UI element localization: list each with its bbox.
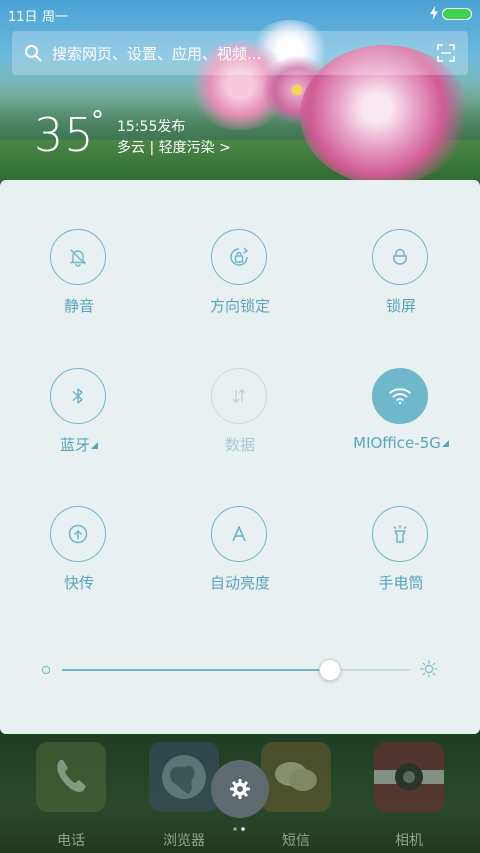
dock-app-label: 电话 [57, 833, 85, 849]
bluetooth-icon [72, 388, 83, 404]
weather-degree-symbol: ° [91, 106, 104, 136]
tile-wifi-button[interactable] [372, 368, 428, 424]
tile-wifi-label: MIOffice-5G [321, 434, 480, 452]
browser-icon [149, 742, 219, 812]
camera-icon [374, 742, 444, 812]
search-placeholder: 搜索网页、设置、应用、视频... [52, 45, 262, 63]
tile-mobile-data-label: 数据 [224, 436, 255, 454]
settings-button[interactable] [211, 760, 269, 818]
tile-auto-brightness-button[interactable] [211, 506, 267, 562]
weather-condition[interactable]: 多云 | 轻度污染 > [117, 137, 231, 157]
tile-mute-label: 静音 [63, 297, 94, 315]
auto-brightness-icon [232, 526, 246, 542]
brightness-low-icon [41, 665, 51, 675]
wifi-icon [389, 388, 411, 405]
rotation-lock-icon [230, 247, 249, 266]
dock-app-label: 相机 [395, 833, 423, 849]
status-bar: 11日 周一 [0, 0, 480, 28]
brightness-slider-row [0, 656, 480, 686]
charging-icon [430, 6, 438, 20]
brightness-slider[interactable] [62, 659, 410, 681]
tile-quick-share-button[interactable] [50, 506, 106, 562]
tile-flashlight[interactable]: 手电筒 [331, 506, 471, 616]
quick-settings-panel: 静音 方向锁定 锁屏 蓝牙 数据 MIOffice-5G 快传 自动亮度 手电筒 [0, 180, 480, 734]
dock-app-camera[interactable]: 相机 [364, 742, 454, 852]
wallpaper-header: 11日 周一 搜索网页、设置、应用、视频... 35 ° 15:55发布 多云 … [0, 0, 480, 182]
page-indicator [233, 827, 245, 831]
tile-mute-button[interactable] [50, 229, 106, 285]
tile-flashlight-button[interactable] [372, 506, 428, 562]
weather-temperature[interactable]: 35 [34, 108, 95, 162]
dock-app-phone[interactable]: 电话 [26, 742, 116, 852]
search-icon [25, 45, 42, 62]
share-icon [68, 524, 88, 544]
tile-lock-screen-label: 锁屏 [385, 297, 416, 315]
weather-publish-time: 15:55发布 [117, 119, 186, 135]
tile-auto-brightness-label: 自动亮度 [209, 574, 270, 592]
dock-app-label: 浏览器 [163, 833, 205, 849]
phone-icon [36, 742, 106, 812]
tile-mobile-data-button[interactable] [211, 368, 267, 424]
bell-off-icon [69, 249, 87, 267]
tile-auto-brightness[interactable]: 自动亮度 [170, 506, 310, 616]
tile-bluetooth[interactable]: 蓝牙 [9, 368, 149, 478]
tile-flashlight-label: 手电筒 [378, 574, 424, 592]
tile-bluetooth-button[interactable] [50, 368, 106, 424]
lock-icon [393, 248, 407, 265]
tile-quick-share-label: 快传 [63, 574, 94, 592]
search-bar[interactable]: 搜索网页、设置、应用、视频... [12, 31, 468, 75]
gear-icon [230, 779, 250, 799]
tile-mute[interactable]: 静音 [9, 229, 149, 339]
mobile-data-icon [232, 388, 246, 404]
tile-mobile-data[interactable]: 数据 [170, 368, 310, 478]
dock-app-label: 短信 [282, 833, 310, 849]
messages-icon [261, 742, 331, 812]
tile-rotation-lock-label: 方向锁定 [209, 297, 270, 315]
tile-lock-screen[interactable]: 锁屏 [331, 229, 471, 339]
brightness-high-icon [420, 660, 438, 678]
tile-bluetooth-label: 蓝牙 [9, 434, 149, 455]
status-date: 11日 [8, 10, 38, 25]
brightness-slider-fill [62, 669, 330, 671]
tile-lock-screen-button[interactable] [372, 229, 428, 285]
battery-icon [442, 8, 472, 20]
dropdown-triangle-icon [91, 442, 98, 449]
flashlight-icon [393, 525, 407, 543]
tile-wifi[interactable]: MIOffice-5G [331, 368, 471, 478]
scan-icon[interactable] [437, 44, 455, 62]
status-weekday: 周一 [42, 10, 69, 25]
tile-rotation-lock-button[interactable] [211, 229, 267, 285]
tile-rotation-lock[interactable]: 方向锁定 [170, 229, 310, 339]
dropdown-triangle-icon [441, 440, 449, 447]
brightness-slider-thumb[interactable] [318, 659, 341, 681]
tile-quick-share[interactable]: 快传 [9, 506, 149, 616]
